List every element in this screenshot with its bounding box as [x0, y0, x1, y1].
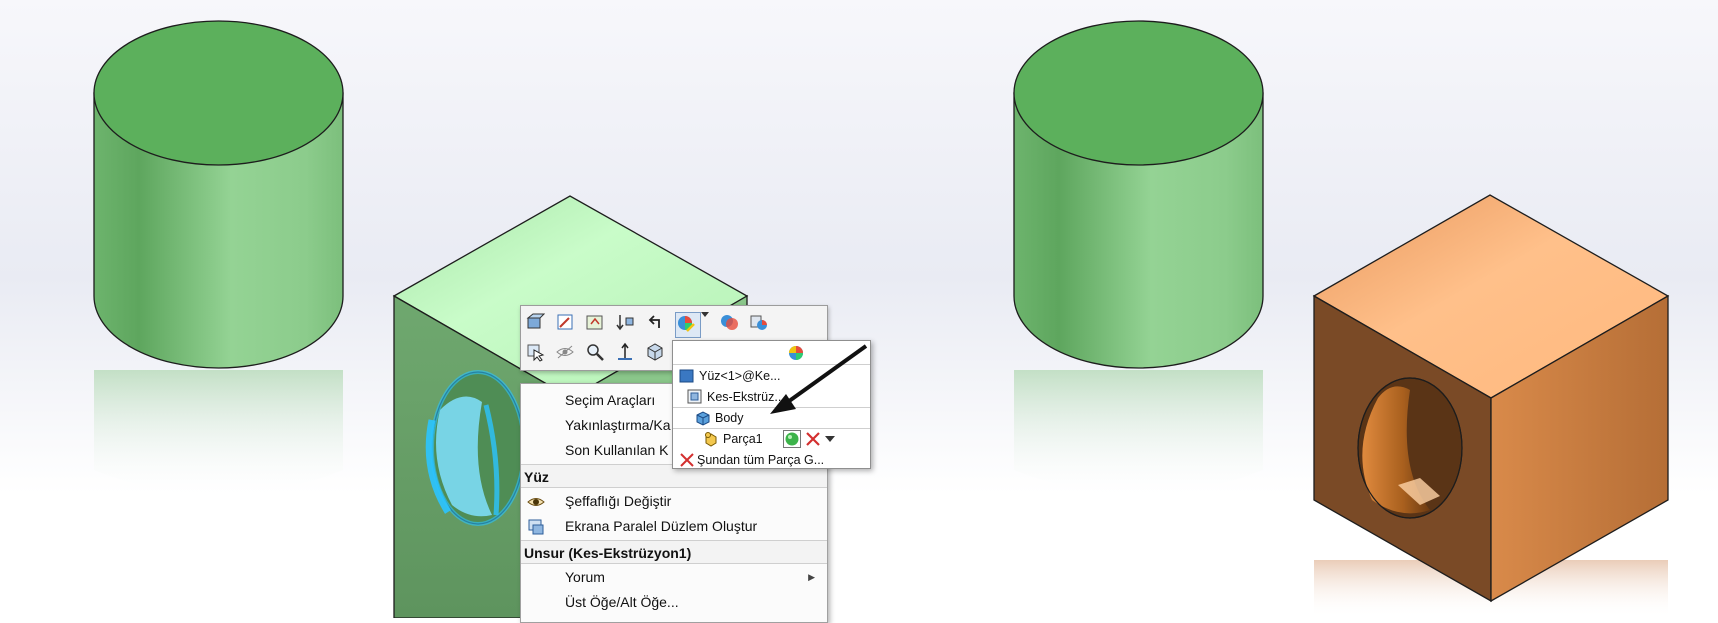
zoom-to-selection-button[interactable] — [585, 342, 611, 368]
view-orientation-button[interactable] — [645, 342, 671, 368]
menu-item-label: Yorum — [565, 569, 605, 585]
normal-to-button[interactable] — [615, 342, 641, 368]
zoom-icon — [587, 344, 604, 361]
select-other-button[interactable] — [525, 342, 551, 368]
viewport-scene — [0, 0, 1718, 618]
menu-item-create-plane[interactable]: Ekrana Paralel Düzlem Oluştur — [521, 514, 827, 539]
rollback-button[interactable] — [615, 312, 641, 338]
hide-button[interactable] — [555, 342, 581, 368]
remove-icon — [679, 452, 695, 468]
dropdown-item-label: Yüz<1>@Ke... — [699, 369, 781, 383]
display-state-icon — [750, 315, 767, 330]
sketch-icon — [557, 314, 573, 330]
feature-icon — [526, 313, 545, 329]
section-title: Yüz — [524, 469, 549, 485]
dropdown-item-body[interactable]: Body — [673, 408, 870, 428]
submenu-arrow-icon: ▶ — [808, 572, 815, 582]
edit-feature-button[interactable] — [525, 312, 551, 338]
scene-icon — [721, 315, 738, 330]
display-states-button[interactable] — [749, 312, 775, 338]
select-icon — [527, 344, 545, 362]
rollback-icon — [616, 315, 634, 331]
menu-item-parent-child[interactable]: Üst Öğe/Alt Öğe... — [521, 590, 827, 615]
menu-item-label: Üst Öğe/Alt Öğe... — [565, 594, 679, 610]
edit-sketch-button[interactable] — [555, 312, 581, 338]
scene-button[interactable] — [719, 312, 745, 338]
caret-down-icon — [701, 312, 709, 317]
appearance-dropdown-arrow[interactable] — [701, 312, 715, 338]
caret-down-icon[interactable] — [825, 436, 835, 444]
remove-appearance-button[interactable] — [805, 431, 821, 447]
appearance-dropdown: Yüz<1>@Ke... Kes-Ekstrüz... Body Parça1 — [672, 340, 871, 469]
dropdown-header — [673, 343, 870, 363]
menu-item-label: Ekrana Paralel Düzlem Oluştur — [565, 518, 758, 534]
menu-item-label: Seçim Araçları — [565, 392, 656, 408]
undo-arrow-icon — [648, 315, 660, 328]
dropdown-item-part[interactable]: Parça1 — [673, 429, 870, 449]
dropdown-item-label: Parça1 — [723, 432, 763, 446]
dropdown-item-feature[interactable]: Kes-Ekstrüz... — [673, 387, 870, 407]
menu-item-label: Son Kullanılan K — [565, 442, 669, 458]
face-icon — [679, 368, 695, 384]
section-title: Unsur (Kes-Ekstrüzyon1) — [524, 545, 692, 561]
sketch-on-face-button[interactable] — [585, 312, 611, 338]
plane-icon — [527, 518, 545, 536]
dropdown-divider — [673, 364, 870, 365]
body-icon — [695, 410, 711, 426]
menu-section-feature: Unsur (Kes-Ekstrüzyon1) — [521, 540, 827, 564]
cube-view-icon — [647, 343, 663, 361]
parent-child-button[interactable] — [645, 312, 671, 338]
green-sphere-icon — [785, 432, 799, 446]
graphics-area[interactable]: Seçim Araçları Yakınlaştırma/Ka Son Kull… — [0, 0, 1718, 623]
feature-icon — [687, 389, 703, 405]
menu-item-label: Şeffaflığı Değiştir — [565, 493, 672, 509]
dropdown-item-label: Kes-Ekstrüz... — [707, 390, 785, 404]
appearance-ball-icon — [788, 345, 804, 361]
dropdown-item-remove-all[interactable]: Şundan tüm Parça G... — [673, 450, 870, 470]
hide-eye-icon — [556, 345, 574, 359]
eye-icon — [527, 493, 545, 511]
menu-item-change-transparency[interactable]: Şeffaflığı Değiştir — [521, 489, 827, 514]
part-icon — [703, 431, 719, 447]
appearance-button[interactable] — [675, 312, 701, 338]
normal-to-icon — [618, 342, 632, 360]
dropdown-item-label: Şundan tüm Parça G... — [697, 453, 825, 467]
menu-item-label: Yakınlaştırma/Ka — [565, 417, 671, 433]
red-x-icon — [806, 432, 820, 446]
dropdown-item-label: Body — [715, 411, 744, 425]
appearance-icon — [678, 316, 695, 332]
dropdown-item-face[interactable]: Yüz<1>@Ke... — [673, 366, 870, 386]
sketch-face-icon — [586, 315, 603, 330]
color-swatch[interactable] — [783, 430, 801, 448]
menu-item-comment[interactable]: Yorum ▶ — [521, 565, 827, 590]
